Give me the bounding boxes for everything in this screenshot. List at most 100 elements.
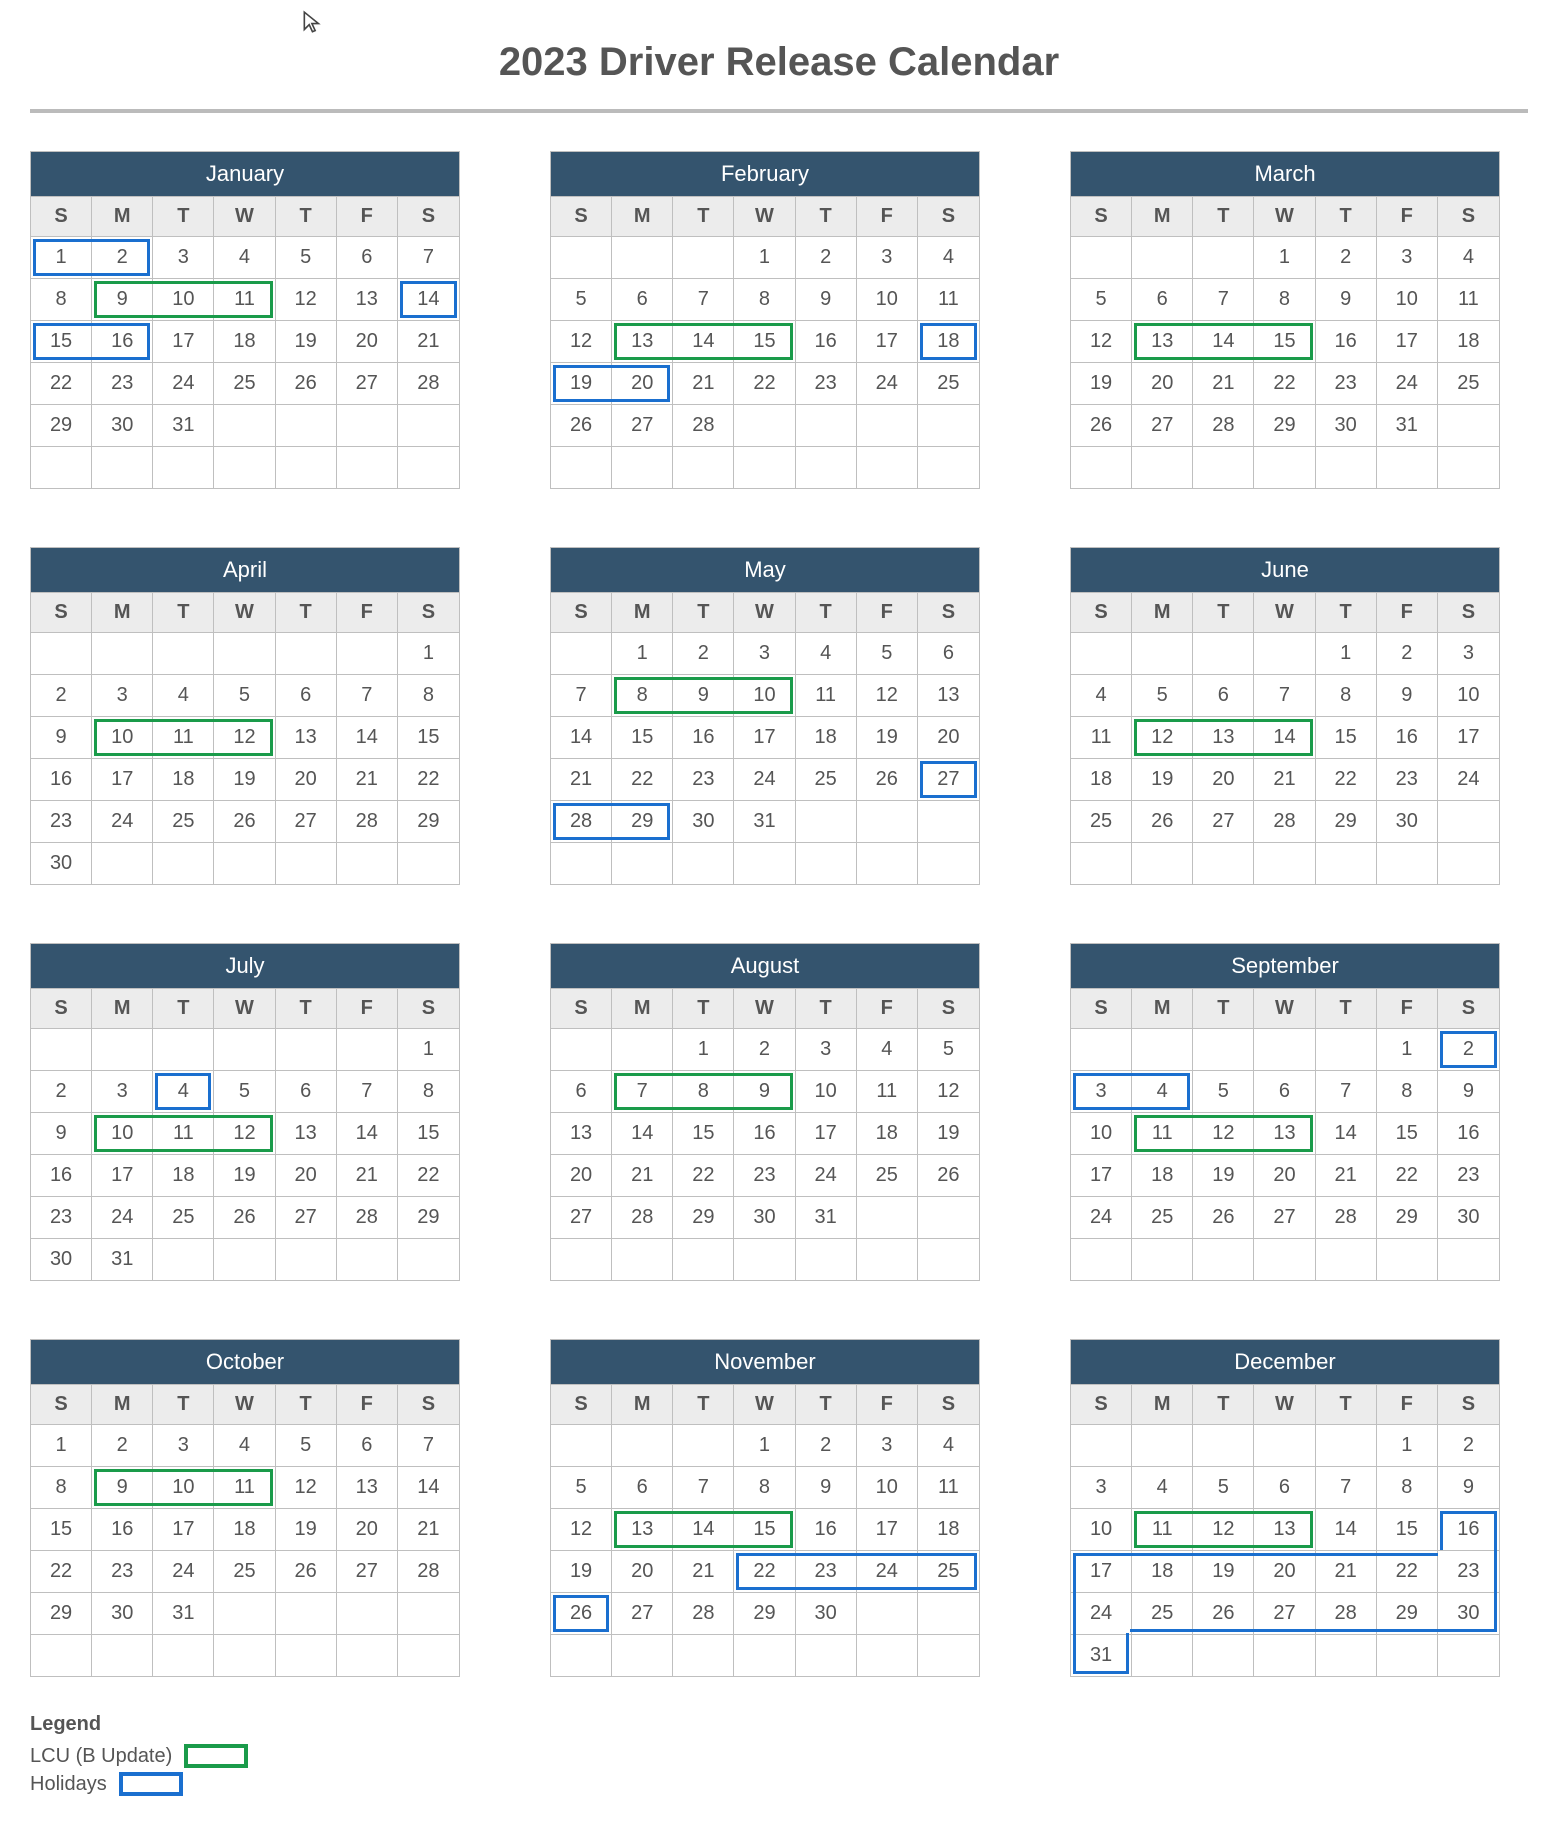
week-row: 16171819202122	[31, 1154, 459, 1196]
week-row: 2345678	[31, 674, 459, 716]
day-cell: 19	[551, 1550, 612, 1592]
day-cell	[551, 1634, 612, 1676]
day-cell	[214, 1028, 275, 1070]
day-cell: 8	[398, 674, 459, 716]
day-cell: 23	[1438, 1154, 1499, 1196]
day-cell: 28	[1316, 1592, 1377, 1634]
day-cell	[1071, 446, 1132, 488]
day-cell	[1316, 1424, 1377, 1466]
week-row: 11121314151617	[1071, 716, 1499, 758]
day-cell	[337, 1592, 398, 1634]
day-cell: 3	[1071, 1070, 1132, 1112]
day-cell: 6	[1193, 674, 1254, 716]
day-cell: 13	[612, 320, 673, 362]
day-cell	[673, 1238, 734, 1280]
dow-header: S	[1071, 592, 1132, 632]
dow-header: S	[398, 196, 459, 236]
dow-header: T	[673, 196, 734, 236]
week-row: 23242526272829	[31, 1196, 459, 1238]
week-row: 1	[31, 1028, 459, 1070]
dow-header: F	[857, 196, 918, 236]
day-cell: 29	[398, 1196, 459, 1238]
day-cell: 9	[796, 278, 857, 320]
day-cell: 16	[734, 1112, 795, 1154]
day-cell: 19	[1193, 1550, 1254, 1592]
day-cell: 20	[1254, 1154, 1315, 1196]
day-cell: 20	[337, 1508, 398, 1550]
day-cell	[612, 1634, 673, 1676]
dow-row: SMTWTFS	[1071, 988, 1499, 1028]
dow-header: T	[276, 196, 337, 236]
day-cell: 14	[1254, 716, 1315, 758]
dow-header: S	[918, 592, 979, 632]
dow-header: S	[1071, 196, 1132, 236]
day-cell: 5	[918, 1028, 979, 1070]
dow-header: W	[734, 988, 795, 1028]
day-cell	[918, 1634, 979, 1676]
day-cell: 16	[1316, 320, 1377, 362]
day-cell: 9	[1438, 1466, 1499, 1508]
day-cell: 10	[1071, 1112, 1132, 1154]
dow-header: W	[214, 592, 275, 632]
dow-header: F	[857, 592, 918, 632]
day-cell: 1	[1254, 236, 1315, 278]
day-cell	[1377, 446, 1438, 488]
week-row	[31, 1634, 459, 1676]
day-cell	[337, 842, 398, 884]
day-cell: 10	[857, 278, 918, 320]
day-cell: 26	[1132, 800, 1193, 842]
day-cell	[796, 842, 857, 884]
day-cell: 31	[153, 404, 214, 446]
week-row: 13141516171819	[551, 1112, 979, 1154]
day-cell	[214, 632, 275, 674]
day-cell	[1071, 632, 1132, 674]
day-cell	[1132, 236, 1193, 278]
day-cell	[918, 1592, 979, 1634]
week-row	[551, 1634, 979, 1676]
dow-header: T	[276, 988, 337, 1028]
dow-header: T	[153, 592, 214, 632]
day-cell: 22	[1254, 362, 1315, 404]
day-cell: 20	[1132, 362, 1193, 404]
day-cell: 5	[214, 674, 275, 716]
day-cell: 25	[1438, 362, 1499, 404]
day-cell: 8	[1377, 1466, 1438, 1508]
day-cell: 21	[673, 362, 734, 404]
day-cell	[276, 1028, 337, 1070]
week-row: 123456	[551, 632, 979, 674]
day-cell: 31	[92, 1238, 153, 1280]
day-cell: 15	[1377, 1508, 1438, 1550]
day-cell	[673, 842, 734, 884]
month-february: FebruarySMTWTFS1234567891011121314151617…	[550, 151, 980, 489]
day-cell	[1071, 1028, 1132, 1070]
day-cell: 1	[1316, 632, 1377, 674]
day-cell: 16	[31, 758, 92, 800]
day-cell: 27	[551, 1196, 612, 1238]
day-cell: 21	[337, 758, 398, 800]
day-cell: 24	[1071, 1592, 1132, 1634]
day-cell: 17	[153, 1508, 214, 1550]
day-cell	[1193, 1634, 1254, 1676]
day-cell: 27	[337, 362, 398, 404]
week-row: 19202122232425	[551, 362, 979, 404]
day-cell	[214, 1634, 275, 1676]
dow-header: T	[1316, 592, 1377, 632]
day-cell: 24	[153, 362, 214, 404]
day-cell: 26	[1071, 404, 1132, 446]
day-cell: 7	[1316, 1466, 1377, 1508]
day-cell: 11	[214, 278, 275, 320]
day-cell: 5	[276, 1424, 337, 1466]
day-cell: 22	[31, 1550, 92, 1592]
dow-header: M	[1132, 196, 1193, 236]
day-cell: 21	[673, 1550, 734, 1592]
day-cell: 25	[214, 362, 275, 404]
day-cell: 22	[734, 362, 795, 404]
day-cell: 30	[1316, 404, 1377, 446]
day-cell: 25	[1132, 1196, 1193, 1238]
month-title: September	[1071, 944, 1499, 988]
dow-header: F	[1377, 196, 1438, 236]
day-cell: 23	[796, 1550, 857, 1592]
day-cell: 12	[918, 1070, 979, 1112]
day-cell: 8	[673, 1070, 734, 1112]
day-cell: 14	[337, 1112, 398, 1154]
